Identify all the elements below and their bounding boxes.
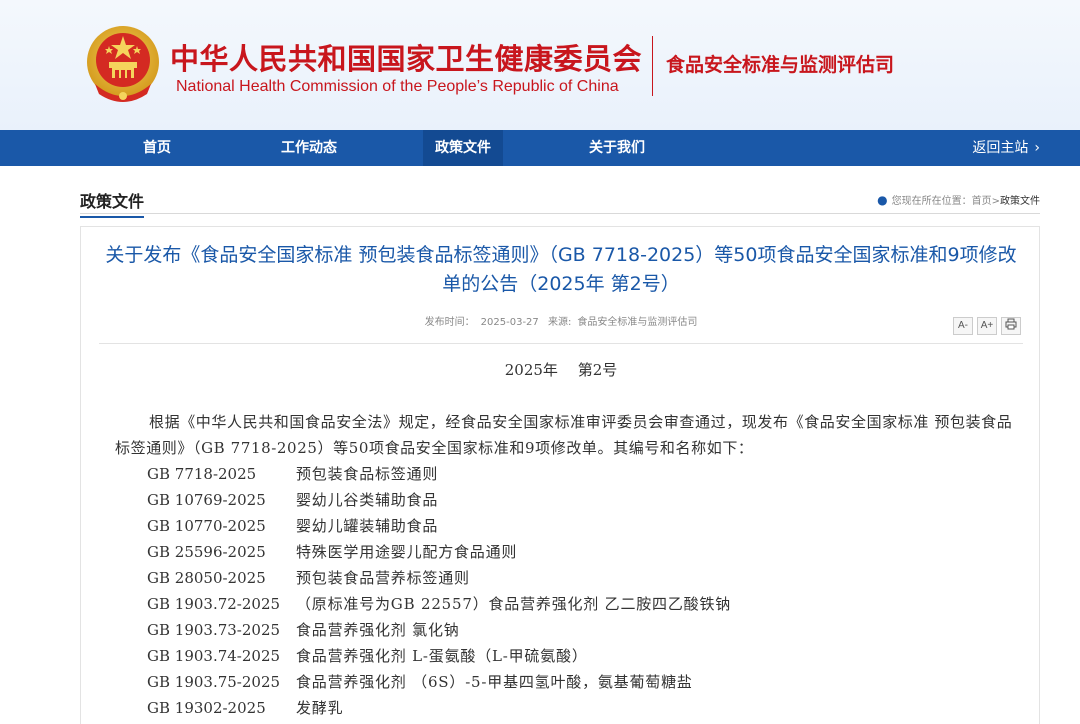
article-title: 关于发布《食品安全国家标准 预包装食品标签通则》（GB 7718-2025）等5… xyxy=(105,244,1017,295)
site-header: 中华人民共和国国家卫生健康委员会 National Health Commiss… xyxy=(0,0,1080,130)
issue-number: 2025年 第2号 xyxy=(504,361,618,379)
location-label: 您现在所在位置： xyxy=(891,196,972,207)
article-meta: 发布时间： 2025-03-27 来源: 食品安全标准与监测评估司 xyxy=(81,313,1041,328)
site-title-en: National Health Commission of the People… xyxy=(176,78,619,95)
article-tools: A- A+ xyxy=(949,313,1021,335)
standard-code: GB 1903.74-2025 xyxy=(147,647,281,665)
standard-name: （原标准号为GB 22557）食品营养强化剂 乙二胺四乙酸铁钠 xyxy=(296,595,732,613)
national-emblem-icon[interactable] xyxy=(85,24,161,104)
standard-name: 特殊医学用途婴儿配方食品通则 xyxy=(296,543,518,561)
standard-code: GB 25596-2025 xyxy=(147,543,266,561)
font-increase-button[interactable]: A+ xyxy=(977,317,997,335)
list-item: GB 10769-2025 婴幼儿谷类辅助食品 xyxy=(147,487,1007,513)
department-name: 食品安全标准与监测评估司 xyxy=(666,54,895,76)
article-divider xyxy=(99,343,1023,344)
standard-name: 预包装食品营养标签通则 xyxy=(296,569,470,587)
standard-code: GB 28050-2025 xyxy=(147,569,266,587)
nav-item-policy-documents[interactable]: 政策文件 xyxy=(423,130,503,166)
standard-code: GB 10769-2025 xyxy=(147,491,266,509)
article-container: 关于发布《食品安全国家标准 预包装食品标签通则》（GB 7718-2025）等5… xyxy=(80,226,1040,724)
breadcrumb-separator: > xyxy=(991,196,1000,207)
standard-name: 婴幼儿罐装辅助食品 xyxy=(296,517,439,535)
print-icon[interactable] xyxy=(1001,317,1021,335)
breadcrumb-home[interactable]: 首页 xyxy=(972,196,992,207)
main-nav: 首页 工作动态 政策文件 关于我们 返回主站 › xyxy=(0,130,1080,166)
nav-item-work-news[interactable]: 工作动态 xyxy=(281,130,337,166)
article-paragraph: 根据《中华人民共和国食品安全法》规定，经食品安全国家标准审评委员会审查通过，现发… xyxy=(115,413,1013,457)
font-decrease-button[interactable]: A- xyxy=(953,317,973,335)
list-item: GB 1903.74-2025 食品营养强化剂 L-蛋氨酸（L-甲硫氨酸） xyxy=(147,643,1007,669)
breadcrumb: ● 您现在所在位置：首页>政策文件 xyxy=(877,192,1040,207)
list-item: GB 1903.73-2025 食品营养强化剂 氯化钠 xyxy=(147,617,1007,643)
back-to-main-site-label: 返回主站 xyxy=(972,140,1029,156)
location-pin-icon: ● xyxy=(877,193,888,207)
list-item: GB 1903.72-2025 （原标准号为GB 22557）食品营养强化剂 乙二… xyxy=(147,591,1007,617)
standard-code: GB 7718-2025 xyxy=(147,465,257,483)
list-item: GB 28050-2025 预包装食品营养标签通则 xyxy=(147,565,1007,591)
standard-name: 发酵乳 xyxy=(296,699,344,717)
standards-list: GB 7718-2025 预包装食品标签通则 GB 10769-2025 婴幼儿谷类… xyxy=(147,461,1007,721)
standard-name: 食品营养强化剂 （6S）-5-甲基四氢叶酸，氨基葡萄糖盐 xyxy=(296,673,693,691)
standard-name: 婴幼儿谷类辅助食品 xyxy=(296,491,439,509)
publish-date: 2025-03-27 xyxy=(480,317,539,328)
list-item: GB 10770-2025 婴幼儿罐装辅助食品 xyxy=(147,513,1007,539)
standard-name: 食品营养强化剂 氯化钠 xyxy=(296,621,460,639)
standard-name: 预包装食品标签通则 xyxy=(296,465,439,483)
standard-code: GB 19302-2025 xyxy=(147,699,266,717)
source-value: 食品安全标准与监测评估司 xyxy=(577,317,698,328)
site-title-cn: 中华人民共和国国家卫生健康委员会 xyxy=(170,42,643,76)
list-item: GB 19302-2025 发酵乳 xyxy=(147,695,1007,721)
standard-name: 食品营养强化剂 L-蛋氨酸（L-甲硫氨酸） xyxy=(296,647,588,665)
list-item: GB 25596-2025 特殊医学用途婴儿配方食品通则 xyxy=(147,539,1007,565)
breadcrumb-current[interactable]: 政策文件 xyxy=(1000,196,1040,207)
back-to-main-site-link[interactable]: 返回主站 › xyxy=(972,130,1040,166)
header-divider xyxy=(652,36,653,96)
standard-code: GB 1903.72-2025 xyxy=(147,595,281,613)
source-label: 来源: xyxy=(547,317,572,328)
chevron-right-icon: › xyxy=(1034,140,1040,156)
nav-item-home[interactable]: 首页 xyxy=(143,130,171,166)
nav-item-about-us[interactable]: 关于我们 xyxy=(589,130,645,166)
publish-date-label: 发布时间： xyxy=(424,317,475,328)
list-item: GB 1903.75-2025 食品营养强化剂 （6S）-5-甲基四氢叶酸，氨基葡… xyxy=(147,669,1007,695)
standard-code: GB 1903.75-2025 xyxy=(147,673,281,691)
list-item: GB 7718-2025 预包装食品标签通则 xyxy=(147,461,1007,487)
section-divider xyxy=(80,213,1040,214)
standard-code: GB 10770-2025 xyxy=(147,517,266,535)
standard-code: GB 1903.73-2025 xyxy=(147,621,281,639)
